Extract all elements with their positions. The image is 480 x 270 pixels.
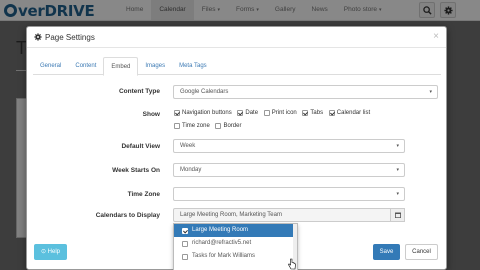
calendars-to-display-label: Calendars to Display [95,212,160,219]
settings-tabs: General Content Embed Images Meta Tags [33,57,441,76]
chevron-down-icon: ▾ [396,143,399,149]
dropdown-item[interactable]: Large Meeting Room [174,224,297,237]
time-zone-select[interactable]: ▾ [173,187,405,201]
show-label: Show [142,111,160,118]
week-starts-on-select[interactable]: Monday ▾ [173,163,405,177]
checkbox[interactable] [182,240,188,247]
chevron-down-icon: ▾ [396,167,399,173]
modal-title: Page Settings [45,33,95,42]
checkbox-date[interactable]: Date [237,110,258,116]
cancel-button[interactable]: Cancel [405,244,438,260]
checkbox-navigation-buttons[interactable]: Navigation buttons [174,110,232,116]
time-zone-label: Time Zone [127,191,160,198]
default-view-select[interactable]: Week ▾ [173,139,405,153]
checkbox[interactable] [182,227,188,234]
content-type-select[interactable]: Google Calendars ▾ [173,85,438,99]
checkbox-print-icon[interactable]: Print icon [263,110,297,116]
tab-meta-tags[interactable]: Meta Tags [172,57,214,75]
checkbox-border[interactable]: Border [215,123,241,129]
modal-header: Page Settings × [27,27,446,48]
show-options: Navigation buttons Date Print icon Tabs … [174,110,374,118]
checkbox-time-zone[interactable]: Time zone [174,123,210,129]
chevron-down-icon: ▾ [396,191,399,197]
content-type-label: Content Type [118,88,160,95]
calendars-dropdown: Large Meeting Room richard@refractiv5.ne… [173,223,298,270]
week-starts-on-label: Week Starts On [112,167,160,174]
calendar-picker-button[interactable] [390,208,405,222]
calendars-multiselect[interactable]: Large Meeting Room, Marketing Team [173,208,405,222]
tab-embed[interactable]: Embed [103,57,139,76]
checkbox-calendar-list[interactable]: Calendar list [328,110,370,116]
dropdown-item[interactable]: Tasks for Mark Williams [174,250,297,263]
checkbox-tabs[interactable]: Tabs [302,110,323,116]
dropdown-item[interactable]: richard@refractiv5.net [174,237,297,250]
gear-icon [34,33,42,41]
close-icon[interactable]: × [433,31,439,42]
page-settings-modal: Page Settings × General Content Embed Im… [26,26,447,270]
chevron-down-icon: ▾ [429,89,432,95]
tab-content[interactable]: Content [68,57,103,75]
show-options-row2: Time zone Border [174,123,245,131]
calendar-icon [395,212,401,218]
checkbox[interactable] [182,253,188,260]
default-view-label: Default View [121,143,160,150]
hand-cursor-icon [288,258,296,270]
help-icon: ⊙ [40,249,48,255]
help-button[interactable]: ⊙ Help [34,244,67,260]
tab-general[interactable]: General [33,57,68,75]
save-button[interactable]: Save [373,244,400,260]
tab-images[interactable]: Images [138,57,172,75]
